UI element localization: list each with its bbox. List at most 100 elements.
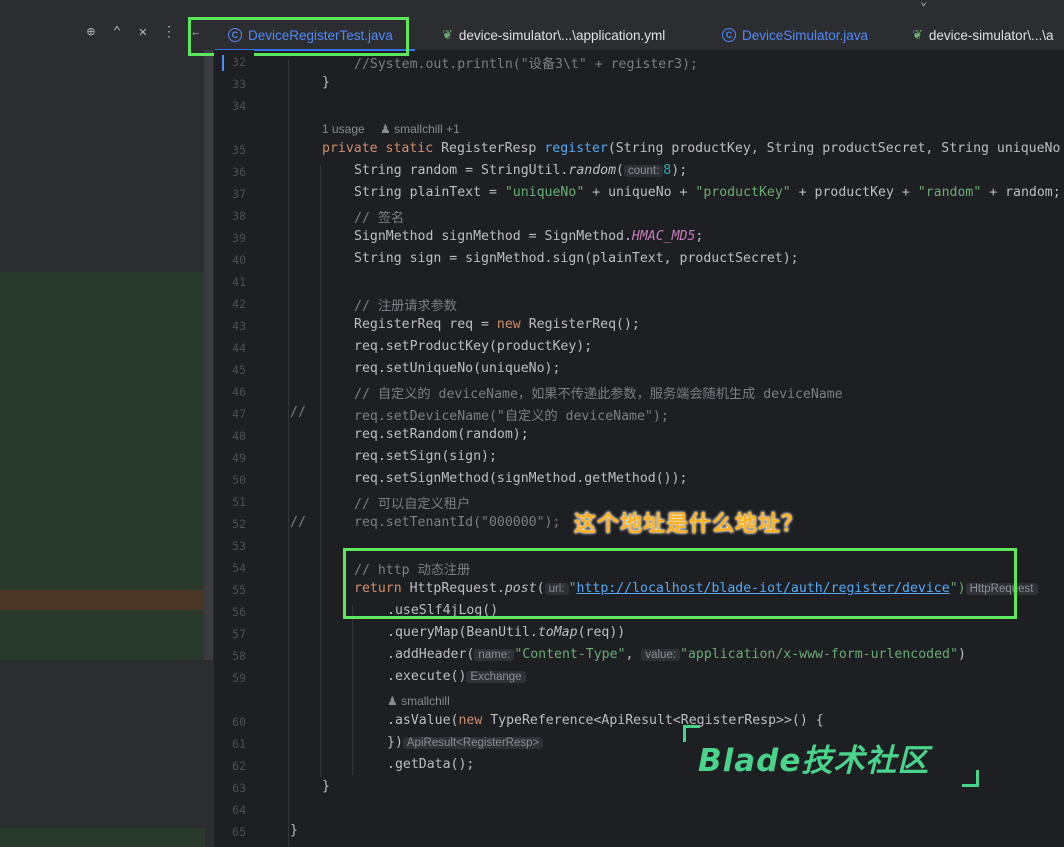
yaml-icon: ❦ bbox=[912, 27, 923, 42]
line-number: 50 bbox=[232, 473, 246, 487]
code-line-36[interactable]: String random = StringUtil.random(count:… bbox=[354, 163, 687, 178]
code-line-42[interactable]: // 注册请求参数 bbox=[354, 295, 457, 314]
code-line-37[interactable]: String plainText = "uniqueNo" + uniqueNo… bbox=[354, 185, 1061, 200]
code-line-33[interactable]: } bbox=[322, 75, 330, 90]
method-name: register bbox=[544, 141, 608, 156]
diff-added-region-3 bbox=[0, 828, 205, 847]
line-number: 51 bbox=[232, 495, 246, 509]
code-line-48[interactable]: req.setRandom(random); bbox=[354, 427, 529, 442]
author-hint[interactable]: ♟ smallchill +1 bbox=[380, 122, 460, 136]
code-text: + uniqueNo + bbox=[584, 185, 696, 200]
diff-added-region-2 bbox=[0, 610, 205, 660]
keyword: new bbox=[458, 713, 491, 728]
string: "Content-Type" bbox=[514, 647, 626, 662]
tab-device-simulator[interactable]: C DeviceSimulator.java bbox=[722, 24, 868, 46]
line-number: 32 bbox=[232, 55, 246, 69]
code-text: ; bbox=[695, 229, 704, 244]
code-line-61[interactable]: }) ApiResult<RegisterResp> bbox=[387, 735, 544, 750]
author-name: smallchill bbox=[401, 694, 450, 708]
tool-panel-actions: ⊕ ⌃ ✕ ⋮ bbox=[78, 24, 182, 40]
annotation-highlight-box bbox=[343, 548, 1017, 619]
code-line-59[interactable]: .execute() Exchange bbox=[387, 669, 526, 684]
expand-collapse-icon[interactable]: ⌃ bbox=[104, 24, 130, 40]
more-icon[interactable]: ⋮ bbox=[156, 24, 182, 40]
line-number: 42 bbox=[232, 297, 246, 311]
code-line-32[interactable]: //System.out.println("设备3\t" + register3… bbox=[354, 53, 698, 72]
code-line-46[interactable]: // 自定义的 deviceName，如果不传递此参数，服务端会随机生成 dev… bbox=[354, 383, 843, 402]
project-tool-panel: ⊕ ⌃ ✕ ⋮ bbox=[0, 0, 214, 847]
author-hint[interactable]: ♟ smallchill bbox=[387, 694, 450, 708]
line-number: 43 bbox=[232, 319, 246, 333]
code-line-44[interactable]: req.setProductKey(productKey); bbox=[354, 339, 592, 354]
param-hint: name: bbox=[474, 649, 515, 661]
usage-hint[interactable]: 1 usage bbox=[322, 122, 365, 136]
code-text: ) bbox=[957, 647, 966, 662]
indent-guide bbox=[320, 165, 321, 777]
code-text: String plainText = bbox=[354, 185, 505, 200]
code-text: RegisterReq(); bbox=[528, 317, 640, 332]
tab-application-yml-2[interactable]: ❦ device-simulator\...\a bbox=[912, 24, 1053, 46]
target-icon[interactable]: ⊕ bbox=[78, 24, 104, 40]
panel-scrollbar[interactable] bbox=[204, 50, 213, 660]
window-control-icon[interactable]: ⌄ bbox=[920, 0, 927, 8]
code-line-58[interactable]: .addHeader(name: "Content-Type", value: "a… bbox=[387, 647, 966, 662]
line-number: 35 bbox=[232, 143, 246, 157]
constant: HMAC_MD5 bbox=[631, 229, 696, 244]
line-number: 57 bbox=[232, 627, 246, 641]
code-line-50[interactable]: req.setSignMethod(signMethod.getMethod()… bbox=[354, 471, 687, 486]
author-name: smallchill +1 bbox=[394, 122, 460, 136]
line-number: 48 bbox=[232, 429, 246, 443]
code-line-45[interactable]: req.setUniqueNo(uniqueNo); bbox=[354, 361, 560, 376]
keyword: private static bbox=[322, 141, 442, 156]
code-text: ( bbox=[616, 163, 624, 178]
string: "application/x-www-form-urlencoded" bbox=[680, 647, 958, 662]
code-line-57[interactable]: .queryMap(BeanUtil.toMap(req)) bbox=[387, 625, 625, 640]
string: "random" bbox=[917, 185, 982, 200]
line-number: 44 bbox=[232, 341, 246, 355]
code-text: + random; bbox=[981, 185, 1061, 200]
line-number: 64 bbox=[232, 803, 246, 817]
tab-application-yml[interactable]: ❦ device-simulator\...\application.yml bbox=[442, 24, 665, 46]
line-number: 65 bbox=[232, 825, 246, 839]
line-number: 38 bbox=[232, 209, 246, 223]
params: (String productKey, String productSecret… bbox=[607, 141, 1061, 156]
code-text: ); bbox=[671, 163, 688, 178]
line-number: 55 bbox=[232, 583, 246, 597]
line-number: 60 bbox=[232, 715, 246, 729]
static-method: toMap bbox=[537, 625, 578, 640]
line-number: 49 bbox=[232, 451, 246, 465]
code-text: SignMethod signMethod = SignMethod. bbox=[354, 229, 632, 244]
diff-added-region bbox=[0, 272, 205, 590]
code-text: RegisterReq req = bbox=[354, 317, 497, 332]
code-text: .queryMap(BeanUtil. bbox=[387, 625, 538, 640]
code-line-35[interactable]: private static RegisterResp register(Str… bbox=[322, 141, 1060, 156]
code-line-60[interactable]: .asValue(new TypeReference<ApiResult<Reg… bbox=[387, 713, 824, 728]
line-number: 45 bbox=[232, 363, 246, 377]
code-line-51[interactable]: // 可以自定义租户 bbox=[354, 493, 470, 512]
code-text: TypeReference<ApiResult<RegisterResp>>()… bbox=[490, 713, 824, 728]
line-number: 37 bbox=[232, 187, 246, 201]
indent-guide bbox=[352, 605, 353, 775]
code-line-43[interactable]: RegisterReq req = new RegisterReq(); bbox=[354, 317, 640, 332]
code-line-38[interactable]: // 签名 bbox=[354, 207, 404, 226]
code-line-65[interactable]: } bbox=[290, 823, 298, 838]
code-line-62[interactable]: .getData(); bbox=[387, 757, 474, 772]
line-number: 58 bbox=[232, 649, 246, 663]
user-icon: ♟ bbox=[387, 694, 402, 708]
code-line-39[interactable]: SignMethod signMethod = SignMethod.HMAC_… bbox=[354, 229, 703, 244]
code-line-63[interactable]: } bbox=[322, 779, 330, 794]
type-hint: Exchange bbox=[466, 671, 526, 683]
code-text: .asValue( bbox=[387, 713, 459, 728]
tab-label: device-simulator\...\application.yml bbox=[458, 27, 666, 43]
close-icon[interactable]: ✕ bbox=[130, 24, 156, 40]
code-line-49[interactable]: req.setSign(sign); bbox=[354, 449, 497, 464]
line-number: 54 bbox=[232, 561, 246, 575]
code-text: + productKey + bbox=[790, 185, 918, 200]
keyword: new bbox=[496, 317, 529, 332]
line-number: 62 bbox=[232, 759, 246, 773]
java-class-icon: C bbox=[722, 28, 736, 42]
code-line-47[interactable]: req.setDeviceName("自定义的 deviceName"); bbox=[354, 405, 669, 424]
code-line-52[interactable]: req.setTenantId("000000"); bbox=[354, 515, 560, 530]
line-number: 40 bbox=[232, 253, 246, 267]
code-line-40[interactable]: String sign = signMethod.sign(plainText,… bbox=[354, 251, 799, 266]
